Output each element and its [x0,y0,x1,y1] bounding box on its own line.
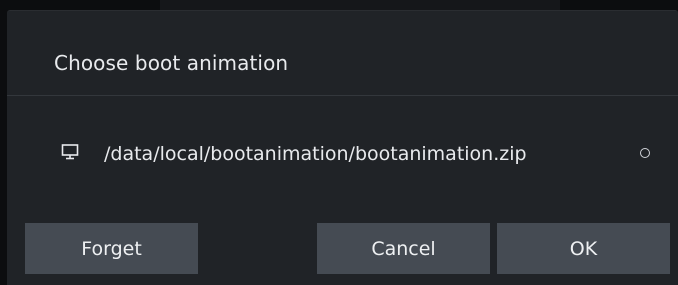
dialog-header: Choose boot animation [7,11,678,96]
boot-animation-option[interactable]: /data/local/bootanimation/bootanimation.… [7,131,678,179]
dialog-title: Choose boot animation [54,51,289,75]
boot-animation-dialog: Choose boot animation /data/local/bootan… [7,10,678,285]
ok-button[interactable]: OK [497,223,670,274]
monitor-icon [61,144,79,160]
background-window-edge [160,0,560,10]
forget-button[interactable]: Forget [25,223,198,274]
option-radio-button[interactable] [640,148,650,158]
cancel-button[interactable]: Cancel [317,223,490,274]
option-path-label: /data/local/bootanimation/bootanimation.… [104,143,527,165]
